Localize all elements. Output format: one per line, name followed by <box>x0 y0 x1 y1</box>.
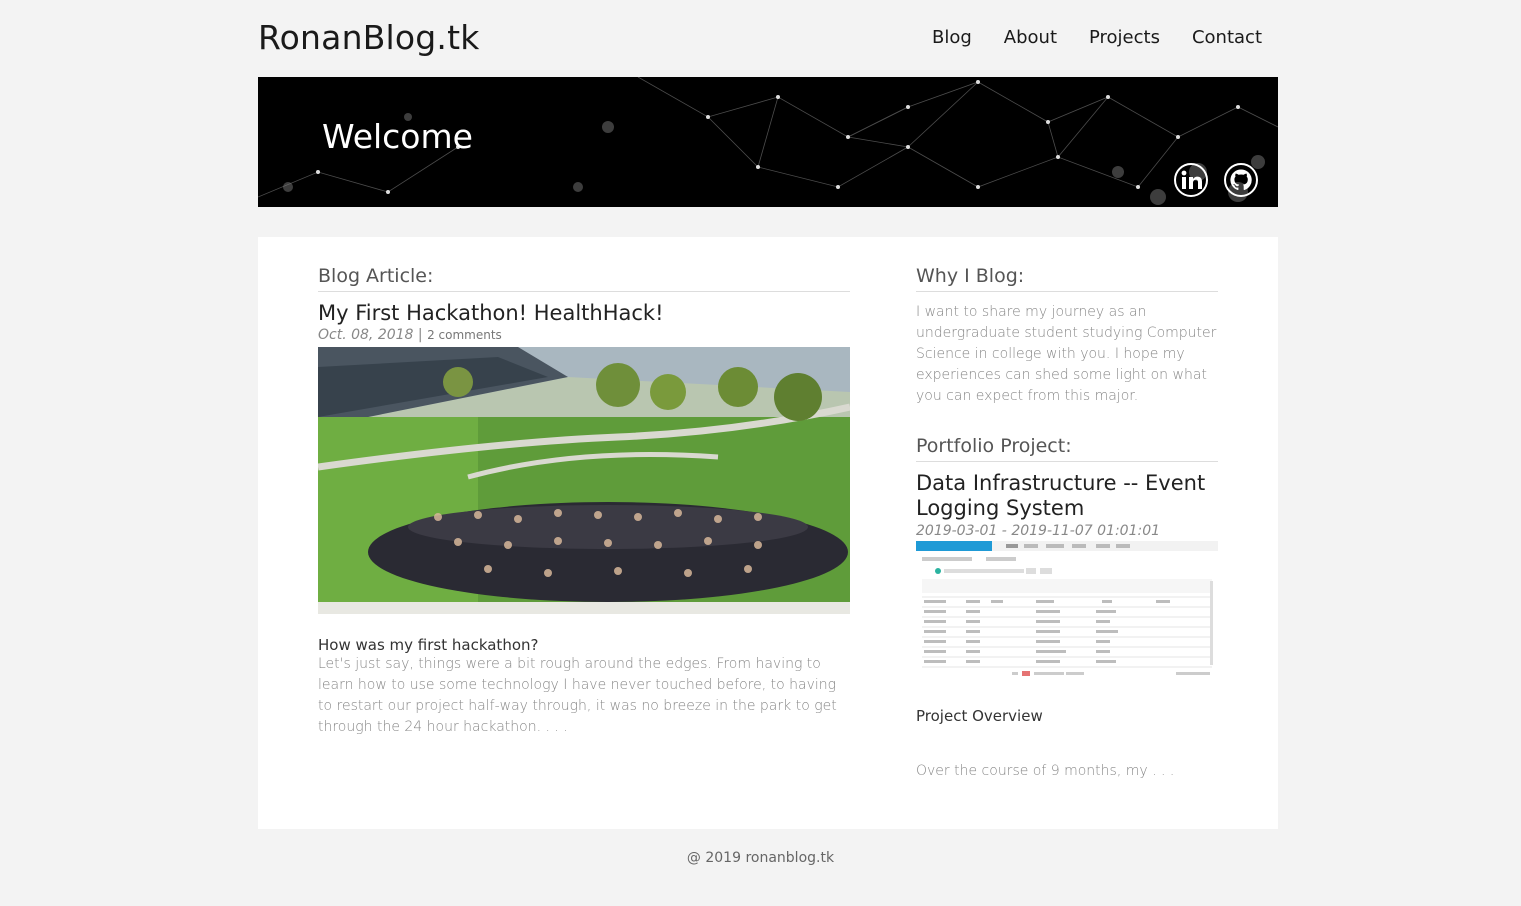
post-meta: Oct. 08, 2018 | 2 comments <box>318 327 850 343</box>
blog-column: Blog Article: My First Hackathon! Health… <box>318 265 850 738</box>
nav-about[interactable]: About <box>1004 27 1057 48</box>
post-subheading: How was my first hackathon? <box>318 636 539 654</box>
footer-text: @ 2019 ronanblog.tk <box>686 850 835 866</box>
main-nav: Blog About Projects Contact <box>932 27 1262 48</box>
hackathon-group-photo[interactable] <box>318 347 850 614</box>
content-card: Blog Article: My First Hackathon! Health… <box>258 237 1278 829</box>
hero-banner: Welcome <box>258 77 1278 207</box>
linkedin-icon[interactable] <box>1174 163 1208 197</box>
site-title[interactable]: RonanBlog.tk <box>258 18 480 57</box>
hero-title: Welcome <box>322 117 473 156</box>
post-date: Oct. 08, 2018 <box>318 327 414 343</box>
nav-contact[interactable]: Contact <box>1192 27 1262 48</box>
why-section-label: Why I Blog: <box>916 265 1218 292</box>
social-links <box>1174 163 1258 197</box>
comments-link[interactable]: 2 comments <box>427 328 502 342</box>
blog-section-label: Blog Article: <box>318 265 850 292</box>
sidebar-column: Why I Blog: I want to share my journey a… <box>916 265 1218 779</box>
overview-heading: Project Overview <box>916 707 1043 725</box>
nav-projects[interactable]: Projects <box>1089 27 1160 48</box>
project-date: 2019-03-01 - 2019-11-07 01:01:01 <box>916 523 1161 539</box>
overview-text: Over the course of 9 months, my . . . <box>916 763 1175 779</box>
project-screenshot[interactable] <box>916 541 1218 679</box>
meta-separator: | <box>417 327 423 343</box>
github-icon[interactable] <box>1224 163 1258 197</box>
why-text: I want to share my journey as an undergr… <box>916 304 1217 404</box>
nav-blog[interactable]: Blog <box>932 27 972 48</box>
post-title[interactable]: My First Hackathon! HealthHack! <box>318 301 850 325</box>
portfolio-section-label: Portfolio Project: <box>916 435 1218 462</box>
post-excerpt: Let's just say, things were a bit rough … <box>318 656 837 735</box>
project-title[interactable]: Data Infrastructure -- Event Logging Sys… <box>916 471 1218 521</box>
